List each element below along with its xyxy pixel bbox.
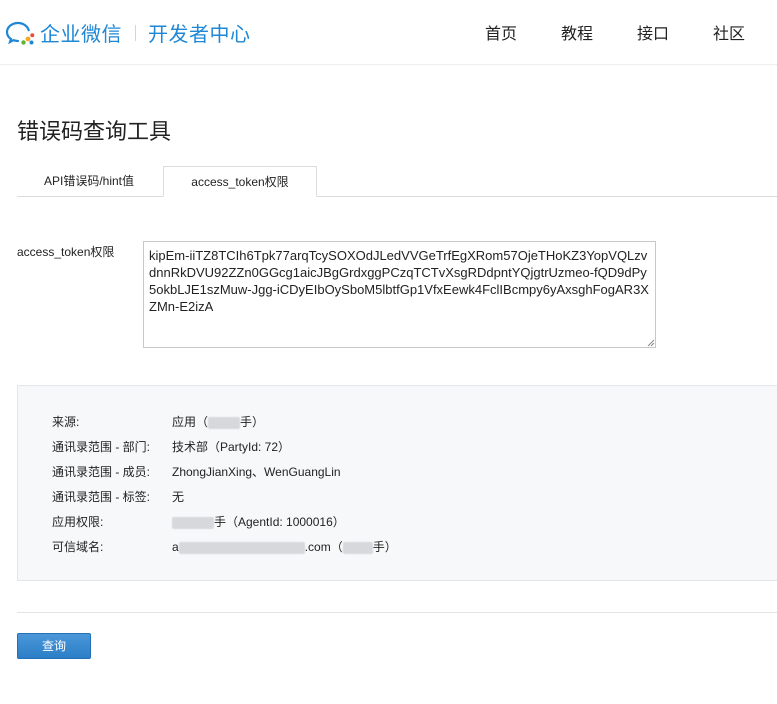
perm-key: 应用权限:: [52, 515, 104, 529]
dept-key: 通讯录范围 - 部门:: [52, 440, 150, 454]
source-prefix: 应用（: [172, 415, 209, 429]
page-title: 错误码查询工具: [17, 119, 172, 144]
result-panel: 来源: 应用（ 手） 通讯录范围 - 部门: 技术部（PartyId: 72） 通…: [17, 385, 777, 581]
token-field-label: access_token权限: [17, 245, 115, 259]
result-row-source: 来源: 应用（ 手）: [52, 413, 264, 430]
result-row-domain: 可信域名: a .com（ 手）: [52, 538, 397, 555]
redacted-block: [172, 516, 214, 529]
members-key: 通讯录范围 - 成员:: [52, 465, 150, 479]
query-button[interactable]: 查询: [17, 633, 91, 659]
perm-value: 手（AgentId: 1000016）: [172, 513, 345, 530]
domain-key: 可信域名:: [52, 540, 104, 554]
tags-value: 无: [172, 490, 185, 504]
result-row-tags: 通讯录范围 - 标签: 无: [52, 488, 184, 505]
source-value: 应用（ 手）: [172, 413, 264, 430]
domain-mid: .com（: [304, 540, 343, 554]
brand-name: 企业微信: [40, 24, 122, 46]
domain-suffix: 手）: [372, 540, 397, 554]
result-row-perm: 应用权限: 手（AgentId: 1000016）: [52, 513, 345, 530]
nav-home[interactable]: 首页: [485, 20, 517, 44]
nav-community[interactable]: 社区: [713, 20, 745, 44]
domain-prefix: a: [172, 540, 179, 554]
top-header: 企业微信 开发者中心 首页 教程 接口 社区: [0, 0, 777, 65]
redacted-block: [208, 416, 241, 429]
logo[interactable]: 企业微信 开发者中心: [4, 18, 251, 47]
tab-bar: API错误码/hint值 access_token权限: [17, 166, 777, 197]
developer-center-label: 开发者中心: [148, 24, 251, 46]
redacted-block: [178, 541, 305, 554]
nav-api[interactable]: 接口: [637, 20, 669, 44]
redacted-block: [342, 541, 373, 554]
section-divider: [17, 612, 777, 613]
wecom-logo-icon: [5, 21, 35, 45]
resize-handle-icon[interactable]: [645, 337, 655, 347]
domain-value: a .com（ 手）: [172, 538, 397, 555]
result-row-members: 通讯录范围 - 成员: ZhongJianXing、WenGuangLin: [52, 463, 341, 480]
perm-suffix: 手（AgentId: 1000016）: [214, 515, 345, 529]
source-suffix: 手）: [240, 415, 265, 429]
source-key: 来源:: [52, 415, 80, 429]
tab-access-token[interactable]: access_token权限: [163, 166, 317, 197]
dept-value: 技术部（PartyId: 72）: [172, 440, 291, 454]
result-row-dept: 通讯录范围 - 部门: 技术部（PartyId: 72）: [52, 438, 290, 455]
nav-tutorial[interactable]: 教程: [561, 20, 593, 44]
brand-divider: [135, 24, 136, 41]
members-value: ZhongJianXing、WenGuangLin: [172, 465, 341, 479]
access-token-textarea[interactable]: kipEm-iiTZ8TCIh6Tpk77arqTcySOXOdJLedVVGe…: [143, 241, 656, 348]
tags-key: 通讯录范围 - 标签:: [52, 490, 150, 504]
top-nav: 首页 教程 接口 社区: [473, 20, 777, 44]
tab-api-error-code[interactable]: API错误码/hint值: [29, 166, 149, 195]
